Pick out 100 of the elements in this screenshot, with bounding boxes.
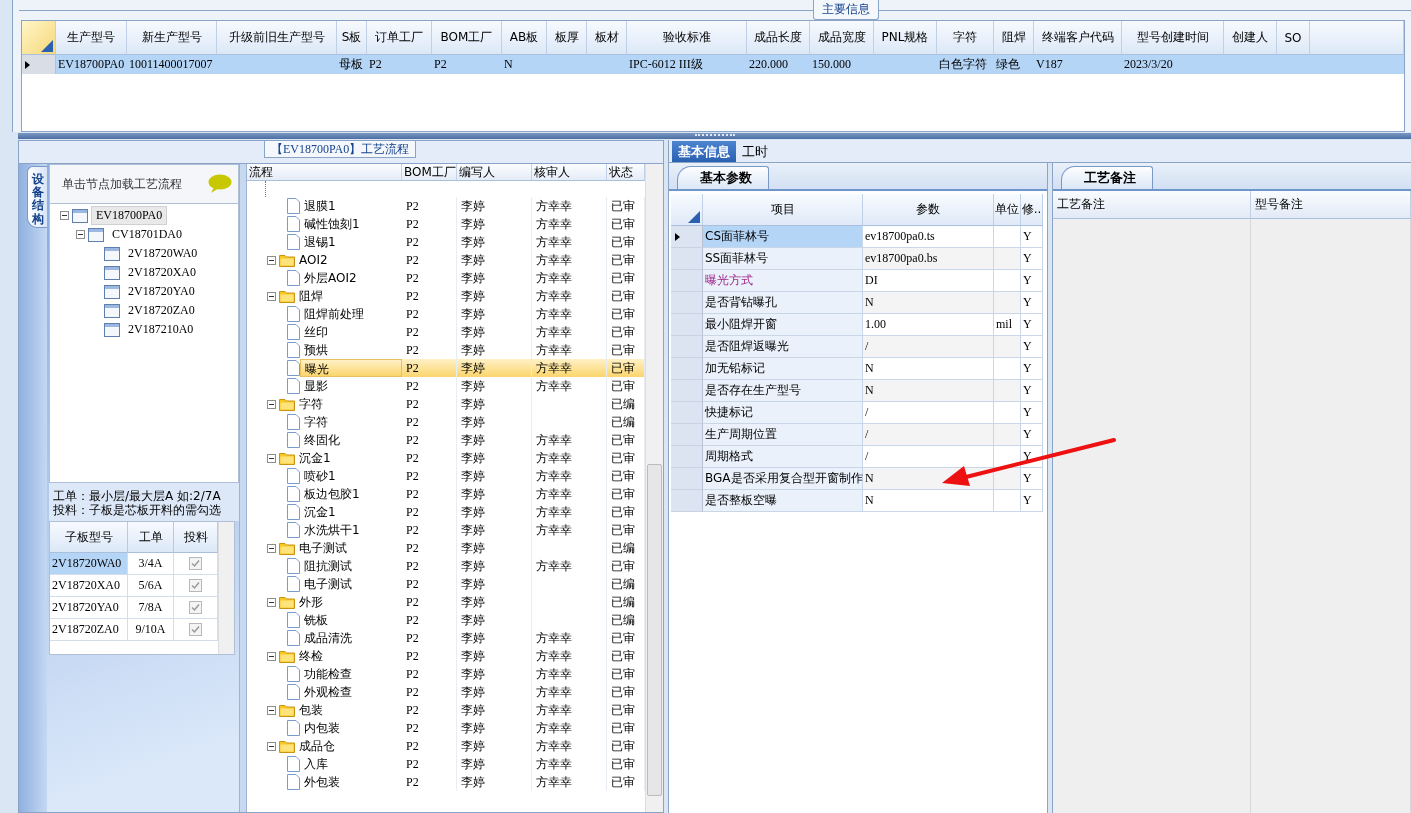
process-name[interactable]: 终固化 — [300, 431, 402, 449]
process-name[interactable]: 外观检查 — [300, 683, 402, 701]
column-header[interactable]: BOM工厂 — [402, 164, 457, 181]
tab[interactable]: 工时 — [736, 141, 774, 162]
collapse-icon[interactable] — [267, 399, 276, 409]
collapse-icon[interactable] — [76, 230, 85, 239]
column-header[interactable]: 终端客户代码 — [1034, 21, 1122, 55]
splitter-handle[interactable] — [239, 164, 246, 812]
column-header[interactable]: 验收标准 — [627, 21, 747, 55]
collapse-icon[interactable] — [267, 741, 276, 751]
table-cell[interactable]: ev18700pa0.ts — [863, 226, 994, 248]
column-header[interactable]: 成品宽度 — [810, 21, 874, 55]
collapse-icon[interactable] — [267, 255, 276, 265]
checkbox[interactable] — [189, 579, 202, 592]
process-name[interactable]: 入库 — [300, 755, 402, 773]
column-header[interactable]: S板 — [337, 21, 367, 55]
collapse-icon[interactable] — [267, 543, 276, 553]
process-name[interactable]: 阻焊 — [295, 287, 402, 305]
column-header[interactable]: 型号备注 — [1251, 191, 1411, 219]
column-header[interactable]: 流程 — [247, 164, 402, 181]
column-header[interactable]: 编写人 — [457, 164, 532, 181]
column-header[interactable]: 参数 — [863, 194, 994, 226]
splitter-handle[interactable] — [18, 133, 1411, 139]
table-cell[interactable]: 2V18720ZA0 — [50, 619, 128, 641]
process-name[interactable]: AOI2 — [295, 251, 402, 269]
column-header[interactable]: 订单工厂 — [367, 21, 432, 55]
table-cell[interactable]: DI — [863, 270, 994, 292]
checkbox[interactable] — [189, 623, 202, 636]
table-cell[interactable]: / — [863, 336, 994, 358]
column-header[interactable]: 新生产型号 — [127, 21, 217, 55]
tree-node[interactable]: EV18700PA0 — [91, 206, 168, 225]
process-name[interactable]: 沉金1 — [295, 449, 402, 467]
tab[interactable]: 基本参数 — [677, 166, 769, 189]
process-name[interactable]: 字符 — [300, 413, 402, 431]
table-cell[interactable]: / — [863, 424, 994, 446]
table-cell[interactable]: 2V18720XA0 — [50, 575, 128, 597]
table-cell[interactable]: / — [863, 402, 994, 424]
process-name[interactable]: 沉金1 — [300, 503, 402, 521]
process-name[interactable]: 电子测试 — [295, 539, 402, 557]
process-name[interactable]: 水洗烘干1 — [300, 521, 402, 539]
collapse-icon[interactable] — [267, 705, 276, 715]
column-header[interactable]: 子板型号 — [50, 522, 128, 553]
tab[interactable]: 工艺备注 — [1061, 166, 1153, 189]
column-header[interactable]: 升级前旧生产型号 — [217, 21, 337, 55]
process-name[interactable]: 碱性蚀刻1 — [300, 215, 402, 233]
process-name[interactable]: 成品仓 — [295, 737, 402, 755]
scrollbar[interactable] — [645, 164, 663, 812]
process-name[interactable]: 显影 — [300, 377, 402, 395]
column-header[interactable]: 型号创建时间 — [1122, 21, 1224, 55]
process-name[interactable]: 字符 — [295, 395, 402, 413]
column-header[interactable]: 工单 — [128, 522, 174, 553]
row-header[interactable] — [671, 226, 703, 248]
process-name[interactable]: 功能检查 — [300, 665, 402, 683]
process-name[interactable]: 丝印 — [300, 323, 402, 341]
process-name[interactable]: 板边包胶1 — [300, 485, 402, 503]
table-cell[interactable]: N — [863, 358, 994, 380]
process-name[interactable]: 退锡1 — [300, 233, 402, 251]
process-name[interactable]: 外层AOI2 — [300, 269, 402, 287]
collapse-icon[interactable] — [267, 597, 276, 607]
scrollbar[interactable] — [218, 522, 234, 654]
collapse-icon[interactable] — [267, 651, 276, 661]
column-header[interactable]: 成品长度 — [747, 21, 810, 55]
process-name[interactable]: 阻焊前处理 — [300, 305, 402, 323]
process-name[interactable]: 内包装 — [300, 719, 402, 737]
column-header[interactable]: 板厚 — [547, 21, 587, 55]
process-name[interactable]: 曝光 — [300, 359, 402, 377]
process-name[interactable]: 包装 — [295, 701, 402, 719]
column-header[interactable]: SO — [1277, 21, 1310, 55]
tree-node[interactable]: 2V18720ZA0 — [123, 301, 200, 320]
process-name[interactable]: 退膜1 — [300, 197, 402, 215]
row-header[interactable] — [22, 55, 56, 74]
process-name[interactable]: 成品清洗 — [300, 629, 402, 647]
table-cell[interactable]: N — [863, 380, 994, 402]
collapse-icon[interactable] — [267, 291, 276, 301]
collapse-icon[interactable] — [60, 211, 69, 220]
column-header[interactable]: 单位 — [994, 194, 1021, 226]
column-header[interactable]: 板材 — [587, 21, 627, 55]
column-header[interactable]: 字符 — [937, 21, 994, 55]
process-name[interactable]: 终检 — [295, 647, 402, 665]
column-header[interactable]: 状态 — [607, 164, 645, 181]
table-cell[interactable]: N — [863, 292, 994, 314]
header-corner[interactable] — [671, 194, 703, 226]
process-name[interactable]: 铣板 — [300, 611, 402, 629]
column-header[interactable]: 项目 — [703, 194, 863, 226]
header-corner[interactable] — [22, 21, 56, 55]
table-cell[interactable]: ev18700pa0.bs — [863, 248, 994, 270]
column-header[interactable]: AB板 — [502, 21, 547, 55]
column-header[interactable]: 投料 — [174, 522, 218, 553]
table-cell[interactable]: 1.00 — [863, 314, 994, 336]
process-name[interactable]: 阻抗测试 — [300, 557, 402, 575]
table-cell[interactable]: 2V18720WA0 — [50, 553, 128, 575]
collapse-icon[interactable] — [267, 453, 276, 463]
tree-node[interactable]: 2V18720WA0 — [123, 244, 203, 263]
table-cell[interactable]: / — [863, 446, 994, 468]
table-cell[interactable]: N — [863, 490, 994, 512]
tree-node[interactable]: 2V187210A0 — [123, 320, 199, 339]
process-name[interactable]: 电子测试 — [300, 575, 402, 593]
column-header[interactable]: 创建人 — [1224, 21, 1277, 55]
column-header[interactable]: 工艺备注 — [1053, 191, 1251, 219]
side-tab[interactable]: 设备结构 — [27, 166, 47, 228]
